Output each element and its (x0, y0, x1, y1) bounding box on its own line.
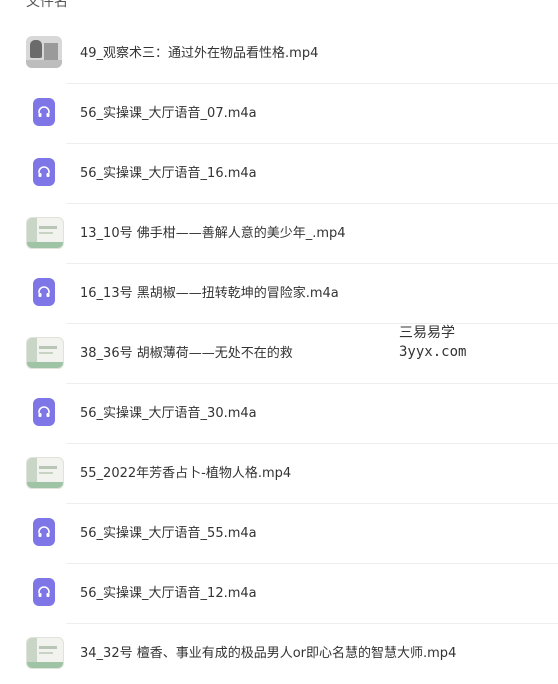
file-name: 13_10号 佛手柑——善解人意的美少年_.mp4 (80, 226, 346, 241)
file-name: 56_实操课_大厅语音_07.m4a (80, 106, 257, 121)
audio-file-icon (33, 518, 55, 546)
file-row[interactable]: 55_2022年芳香占卜-植物人格.mp4 (26, 444, 558, 504)
file-row[interactable]: 56_实操课_大厅语音_16.m4a (33, 144, 558, 204)
watermark-line2: 3yyx.com (399, 344, 467, 360)
audio-file-icon (33, 578, 55, 606)
video-thumbnail (26, 337, 64, 369)
file-row[interactable]: 56_实操课_大厅语音_30.m4a (33, 384, 558, 444)
file-name: 49_观察术三：通过外在物品看性格.mp4 (80, 46, 319, 61)
watermark-line1: 三易易学 (399, 325, 455, 341)
audio-file-icon (33, 398, 55, 426)
video-thumbnail (26, 637, 64, 669)
column-header-filename[interactable]: 文件名 (26, 0, 68, 11)
file-name: 16_13号 黑胡椒——扭转乾坤的冒险家.m4a (80, 286, 339, 301)
file-name: 56_实操课_大厅语音_12.m4a (80, 586, 257, 601)
file-list-header: 文件名 (0, 0, 558, 22)
audio-file-icon (33, 158, 55, 186)
file-row[interactable]: 56_实操课_大厅语音_55.m4a (33, 504, 558, 564)
video-thumbnail (26, 217, 64, 249)
file-name: 56_实操课_大厅语音_30.m4a (80, 406, 257, 421)
file-row[interactable]: 56_实操课_大厅语音_12.m4a (33, 564, 558, 624)
file-row[interactable]: 34_32号 檀香、事业有成的极品男人or即心名慧的智慧大师.mp4 (26, 624, 558, 683)
video-thumbnail (26, 457, 64, 489)
file-row[interactable]: 38_36号 胡椒薄荷——无处不在的救 (26, 324, 558, 384)
file-row[interactable]: 13_10号 佛手柑——善解人意的美少年_.mp4 (26, 204, 558, 264)
audio-file-icon (33, 98, 55, 126)
audio-file-icon (33, 278, 55, 306)
file-row[interactable]: 56_实操课_大厅语音_07.m4a (33, 84, 558, 144)
file-name: 38_36号 胡椒薄荷——无处不在的救 (80, 346, 293, 361)
file-name: 56_实操课_大厅语音_16.m4a (80, 166, 257, 181)
photo-thumbnail (26, 36, 62, 68)
file-row[interactable]: 49_观察术三：通过外在物品看性格.mp4 (26, 24, 558, 84)
file-row[interactable]: 16_13号 黑胡椒——扭转乾坤的冒险家.m4a (33, 264, 558, 324)
file-list: 49_观察术三：通过外在物品看性格.mp4 56_实操课_大厅语音_07.m4a… (0, 24, 558, 683)
watermark: 三易易学 3yyx.com (399, 324, 466, 362)
file-name: 56_实操课_大厅语音_55.m4a (80, 526, 257, 541)
file-name: 34_32号 檀香、事业有成的极品男人or即心名慧的智慧大师.mp4 (80, 646, 457, 661)
file-name: 55_2022年芳香占卜-植物人格.mp4 (80, 466, 292, 481)
